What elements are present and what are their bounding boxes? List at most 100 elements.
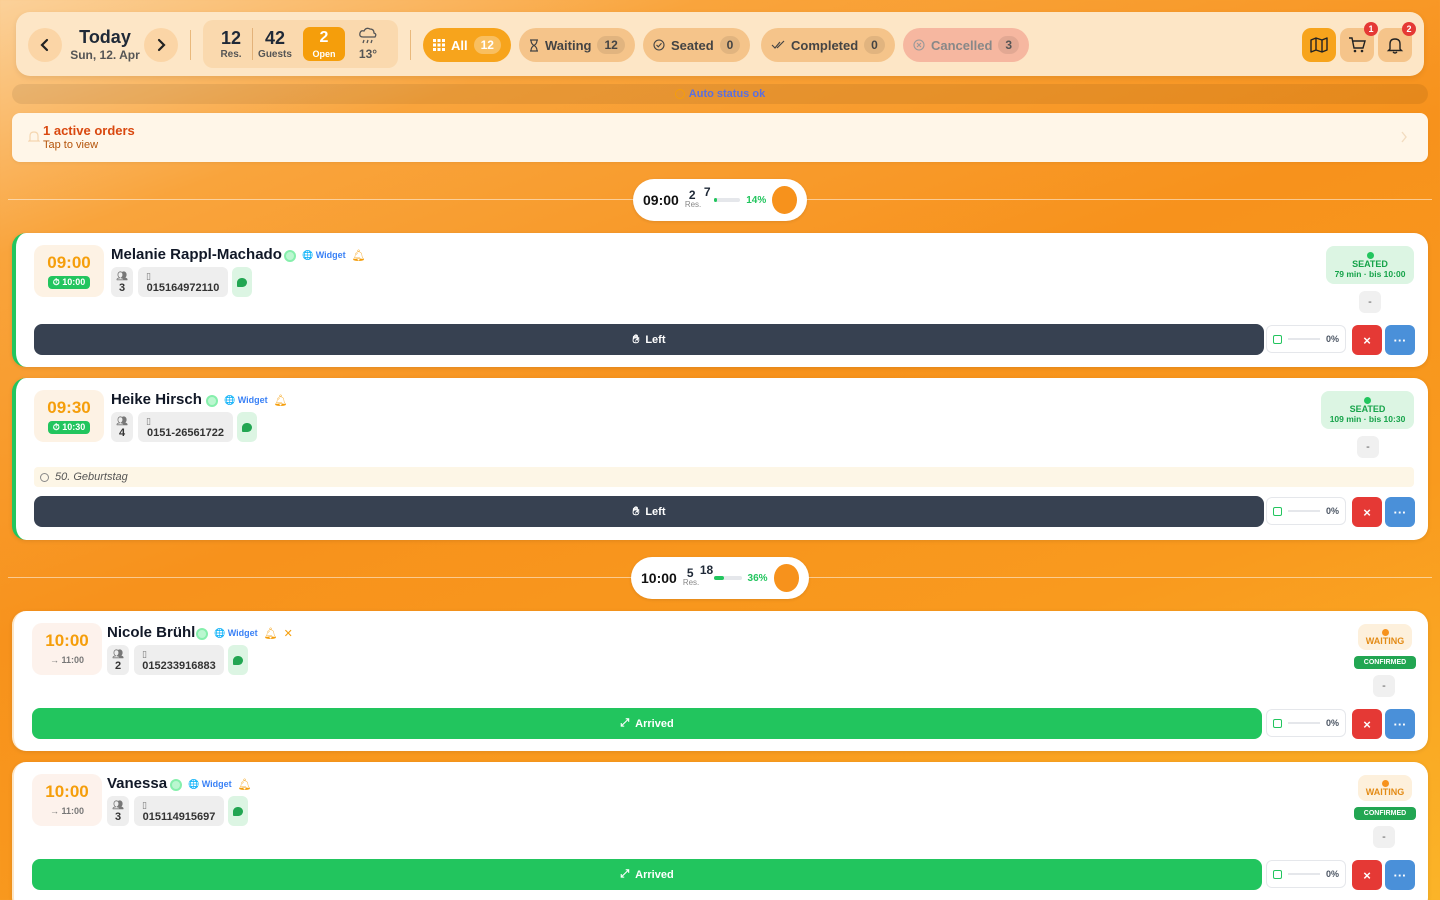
more-button[interactable]: ··· bbox=[1385, 709, 1415, 739]
grid-icon bbox=[433, 39, 445, 51]
status-badge[interactable]: SEATED 109 min · bis 10:30 bbox=[1321, 391, 1414, 429]
status-label: SEATED bbox=[1349, 403, 1386, 414]
phone-chip[interactable]: ▯ 015233916883 bbox=[134, 645, 224, 675]
guest-name[interactable]: Vanessa bbox=[107, 775, 167, 792]
guest-name[interactable]: Melanie Rappl-Machado bbox=[111, 246, 282, 263]
arrived-button[interactable]: ⤢ Arrived bbox=[32, 859, 1262, 890]
cancel-button[interactable]: × bbox=[1352, 709, 1382, 739]
notifications-button[interactable]: 2 bbox=[1378, 22, 1416, 62]
cancel-button[interactable]: × bbox=[1352, 325, 1382, 355]
map-button[interactable] bbox=[1302, 28, 1336, 62]
action-label: Arrived bbox=[635, 717, 674, 730]
slot-percent: 36% bbox=[747, 572, 768, 584]
guest-name[interactable]: Nicole Brühl bbox=[107, 624, 195, 641]
double-check-icon bbox=[771, 40, 785, 49]
table-assign-button[interactable]: - bbox=[1373, 675, 1395, 697]
status-badge[interactable]: SEATED 79 min · bis 10:00 bbox=[1326, 246, 1414, 284]
phone-number: 0151-26561722 bbox=[146, 426, 225, 439]
guest-count: 3 bbox=[118, 281, 126, 294]
filter-waiting[interactable]: Waiting 12 bbox=[519, 28, 635, 62]
progress-value: 0% bbox=[1325, 718, 1339, 728]
phone-chip[interactable]: ▯ 015114915697 bbox=[134, 796, 224, 826]
temperature: 13° bbox=[358, 47, 378, 61]
chat-button[interactable] bbox=[228, 796, 248, 826]
filter-completed[interactable]: Completed 0 bbox=[761, 28, 895, 62]
rain-cloud-icon bbox=[359, 27, 377, 44]
progress-value: 0% bbox=[1325, 334, 1339, 344]
stat-guests: 42 Guests bbox=[255, 20, 295, 68]
table-assign-button[interactable]: - bbox=[1373, 826, 1395, 848]
hand-icon: ✋︎ bbox=[632, 504, 640, 518]
filter-seated[interactable]: Seated 0 bbox=[643, 28, 751, 62]
chevron-right-icon bbox=[1401, 131, 1407, 143]
time-slot-header[interactable]: 09:00 2 Res. 7 14% bbox=[633, 179, 807, 221]
prev-day-button[interactable] bbox=[28, 28, 62, 62]
left-button[interactable]: ✋︎ Left bbox=[34, 324, 1264, 355]
bell-icon: 🔔︎ bbox=[273, 395, 288, 407]
more-button[interactable]: ··· bbox=[1385, 497, 1415, 527]
slot-guest-count: 18 bbox=[699, 563, 714, 577]
reservation-card[interactable]: 10:00 → 11:00 Nicole Brühl 🌐 Widget 🔔︎ ✕… bbox=[12, 611, 1428, 751]
comment-icon bbox=[40, 472, 49, 482]
cancel-button[interactable]: × bbox=[1352, 860, 1382, 890]
stat-reservations: 12 Res. bbox=[213, 20, 249, 68]
slot-time: 09:00 bbox=[643, 192, 679, 208]
filter-seated-count: 0 bbox=[719, 36, 741, 54]
people-icon: 👥︎ bbox=[116, 415, 128, 426]
cart-badge: 1 bbox=[1364, 22, 1378, 36]
reservation-card[interactable]: 09:00 ⏱ 10:00 Melanie Rappl-Machado 🌐 Wi… bbox=[12, 233, 1428, 367]
progress-track bbox=[1288, 338, 1320, 340]
phone-chip[interactable]: ▯ 015164972110 bbox=[138, 267, 228, 297]
reservation-card[interactable]: 10:00 → 11:00 Vanessa 🌐 Widget 🔔︎ 👥︎ 3 ▯… bbox=[12, 762, 1428, 900]
next-day-button[interactable] bbox=[144, 28, 178, 62]
more-button[interactable]: ··· bbox=[1385, 860, 1415, 890]
filter-cancelled[interactable]: Cancelled 3 bbox=[903, 28, 1030, 62]
reservation-card[interactable]: 09:30 ⏱ 10:30 Heike Hirsch 🌐 Widget 🔔︎ 👥… bbox=[12, 378, 1428, 540]
phone-chip[interactable]: ▯ 0151-26561722 bbox=[138, 412, 233, 442]
status-detail: 109 min · bis 10:30 bbox=[1329, 413, 1406, 424]
phone-number: 015233916883 bbox=[142, 659, 216, 672]
filter-all-count: 12 bbox=[473, 36, 501, 54]
table-assign-button[interactable]: - bbox=[1357, 436, 1379, 458]
expand-icon: ⤢ bbox=[620, 868, 630, 880]
guest-count-chip: 👥︎ 4 bbox=[111, 412, 133, 442]
guest-count: 3 bbox=[114, 810, 122, 823]
end-time: → 11:00 bbox=[49, 655, 85, 665]
chat-icon bbox=[233, 655, 243, 665]
auto-status-bar: Auto status ok bbox=[12, 84, 1428, 104]
time-slot-header[interactable]: 10:00 5 Res. 18 36% bbox=[631, 557, 809, 599]
guest-name[interactable]: Heike Hirsch bbox=[111, 391, 202, 408]
chat-icon bbox=[237, 277, 247, 287]
guest-tags: 🌐 Widget 🔔︎ bbox=[206, 394, 288, 407]
chat-button[interactable] bbox=[237, 412, 257, 442]
slot-toggle-button[interactable] bbox=[772, 186, 797, 214]
weather: 13° bbox=[353, 20, 383, 68]
active-orders-banner[interactable]: 1 active orders Tap to view bbox=[12, 113, 1428, 162]
cart-icon bbox=[1349, 37, 1366, 53]
time-box: 09:30 ⏱ 10:30 bbox=[34, 390, 104, 442]
status-dot bbox=[1381, 779, 1389, 787]
orders-banner-title: 1 active orders bbox=[43, 123, 135, 138]
filter-cancelled-count: 3 bbox=[998, 36, 1020, 54]
arrived-button[interactable]: ⤢ Arrived bbox=[32, 708, 1262, 739]
filter-seated-label: Seated bbox=[671, 37, 714, 53]
guest-tags: 🌐 Widget 🔔︎ ✕ bbox=[196, 627, 293, 640]
filter-cancelled-label: Cancelled bbox=[931, 37, 993, 53]
cart-button[interactable]: 1 bbox=[1340, 22, 1378, 62]
chat-button[interactable] bbox=[232, 267, 252, 297]
slot-counts: 5 Res. 18 bbox=[682, 564, 713, 588]
status-badge[interactable]: WAITING bbox=[1358, 624, 1412, 650]
left-button[interactable]: ✋︎ Left bbox=[34, 496, 1264, 527]
filter-all[interactable]: All 12 bbox=[423, 28, 511, 62]
stat-open[interactable]: 2 Open bbox=[303, 27, 345, 61]
slot-toggle-button[interactable] bbox=[773, 564, 799, 592]
bell-icon bbox=[28, 131, 40, 142]
status-badge[interactable]: WAITING bbox=[1358, 775, 1412, 801]
chat-button[interactable] bbox=[228, 645, 248, 675]
more-button[interactable]: ··· bbox=[1385, 325, 1415, 355]
cancel-button[interactable]: × bbox=[1352, 497, 1382, 527]
table-assign-button[interactable]: - bbox=[1359, 291, 1381, 313]
divider bbox=[190, 30, 191, 60]
slot-res-label: Res. bbox=[682, 578, 700, 587]
chat-icon bbox=[233, 806, 243, 816]
